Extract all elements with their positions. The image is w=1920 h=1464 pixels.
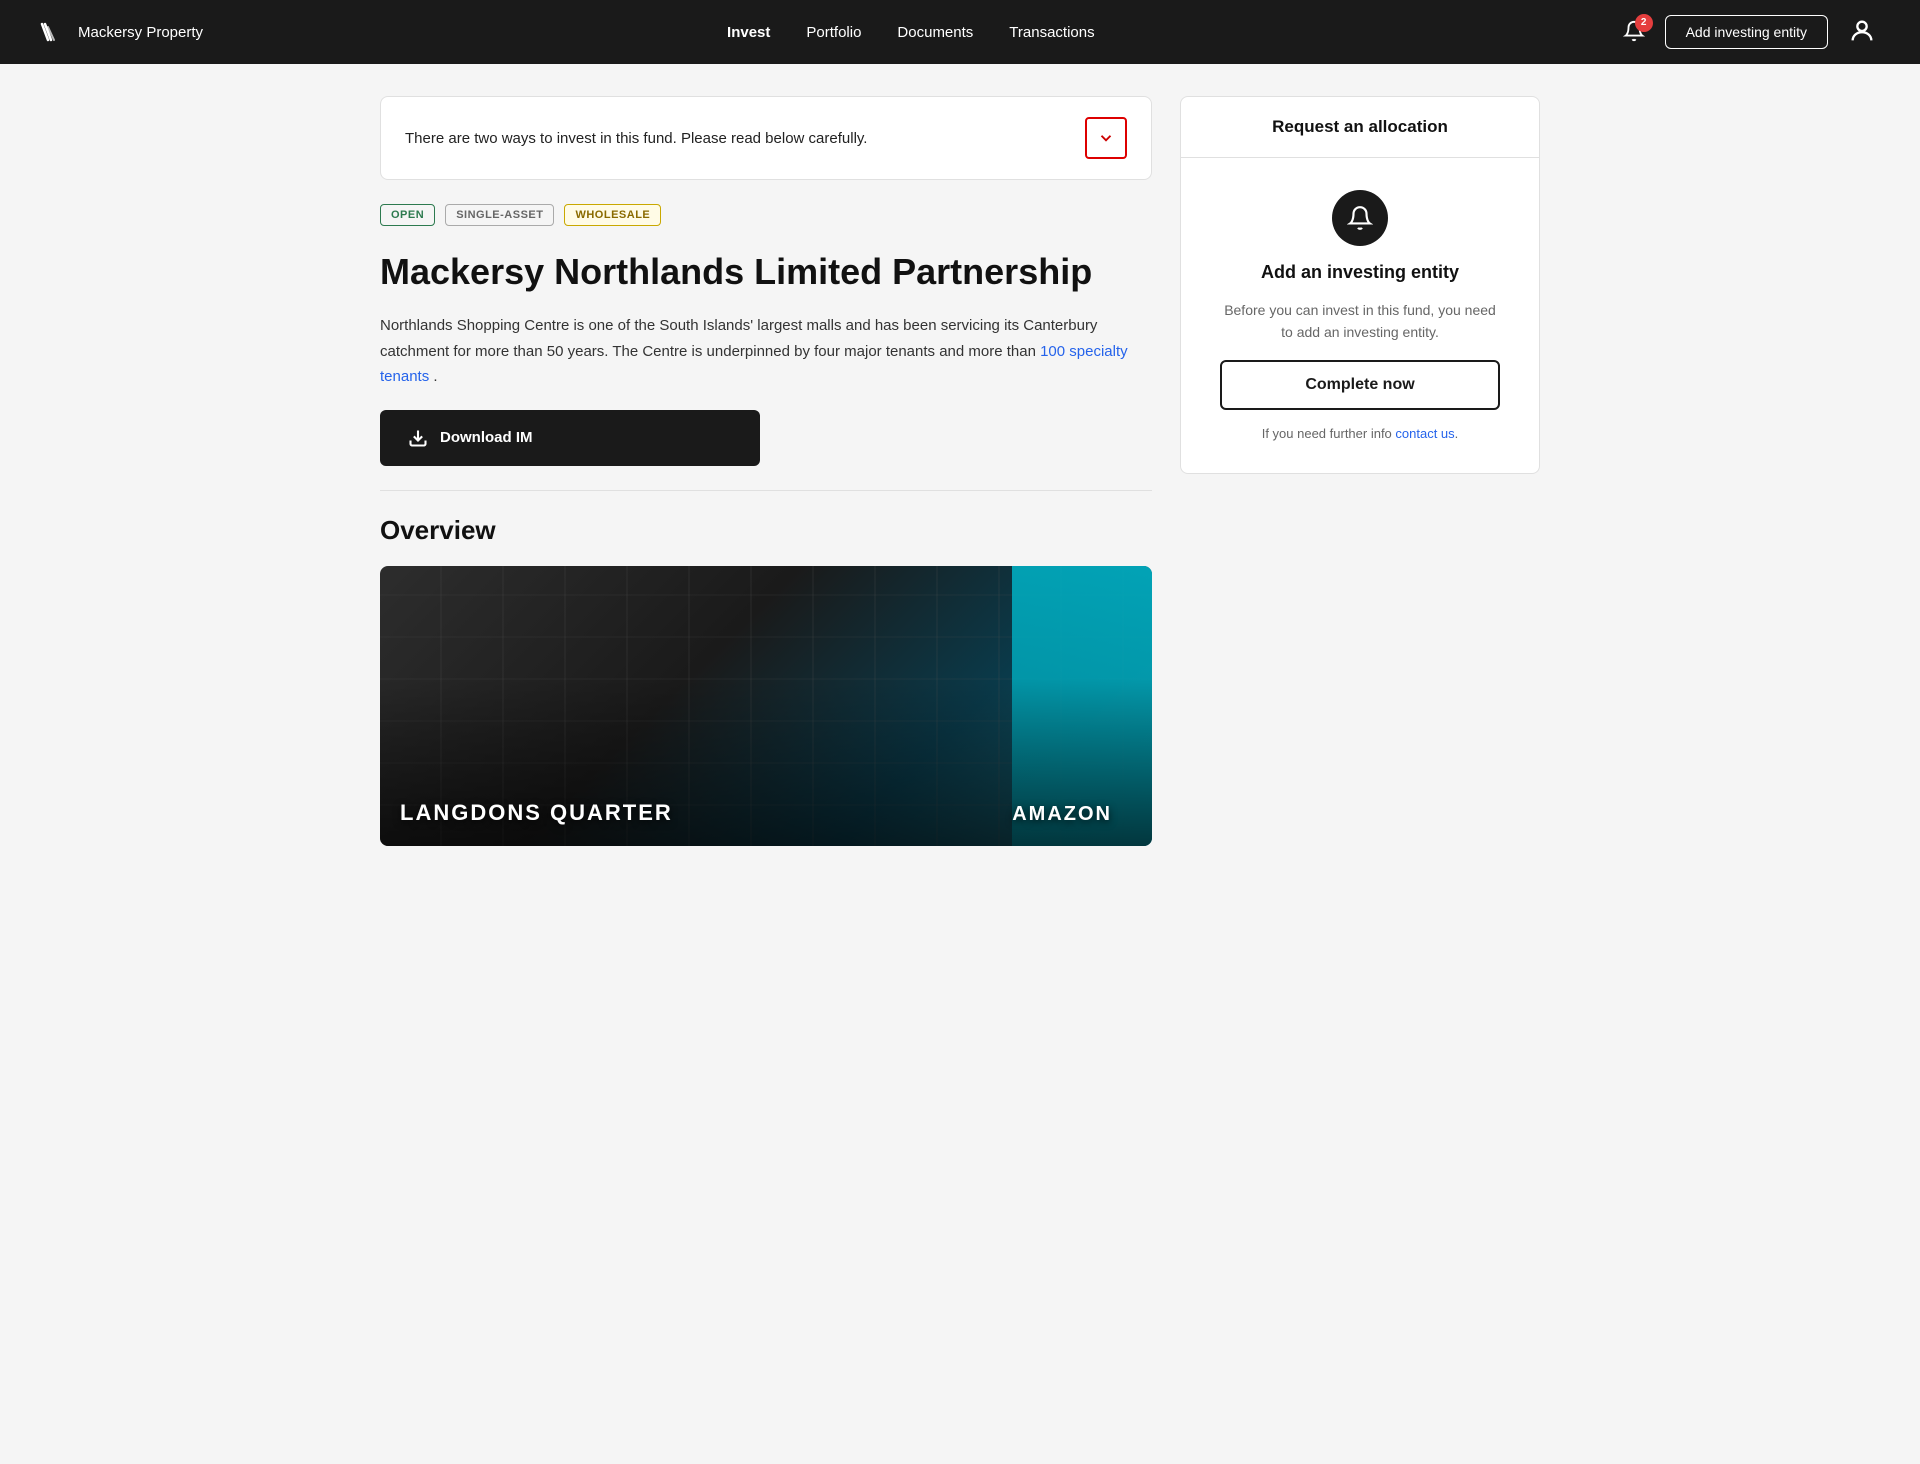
nav-portfolio[interactable]: Portfolio <box>806 24 861 41</box>
nav-transactions[interactable]: Transactions <box>1009 24 1094 41</box>
contact-info: If you need further info contact us. <box>1262 426 1459 441</box>
nav-actions: 2 Add investing entity <box>1619 13 1880 52</box>
logo-icon <box>40 22 68 42</box>
fund-description: Northlands Shopping Centre is one of the… <box>380 313 1152 390</box>
bell-icon-circle <box>1332 190 1388 246</box>
divider <box>380 490 1152 491</box>
info-banner: There are two ways to invest in this fun… <box>380 96 1152 180</box>
entity-title: Add an investing entity <box>1261 262 1459 283</box>
nav-documents[interactable]: Documents <box>897 24 973 41</box>
banner-chevron-button[interactable] <box>1085 117 1127 159</box>
fund-title: Mackersy Northlands Limited Partnership <box>380 250 1152 293</box>
notification-count: 2 <box>1635 14 1653 32</box>
allocation-header: Request an allocation <box>1181 97 1539 158</box>
logo-text: Mackersy Property <box>78 24 203 41</box>
left-column: There are two ways to invest in this fun… <box>380 96 1152 846</box>
user-profile-button[interactable] <box>1844 13 1880 52</box>
complete-now-button[interactable]: Complete now <box>1220 360 1500 410</box>
tag-single-asset: SINGLE-ASSET <box>445 204 554 226</box>
notification-bell-button[interactable]: 2 <box>1619 16 1649 49</box>
nav-invest[interactable]: Invest <box>727 24 770 41</box>
image-label-sub: AMAZON <box>1012 803 1112 826</box>
banner-text: There are two ways to invest in this fun… <box>405 130 867 147</box>
download-im-button[interactable]: Download IM <box>380 410 760 466</box>
page-content: There are two ways to invest in this fun… <box>340 64 1580 878</box>
tag-wholesale: WHOLESALE <box>564 204 661 226</box>
overview-title: Overview <box>380 515 1152 546</box>
allocation-body: Add an investing entity Before you can i… <box>1181 158 1539 473</box>
add-investing-entity-button[interactable]: Add investing entity <box>1665 15 1828 49</box>
fund-desc-end: . <box>433 368 437 385</box>
entity-description: Before you can invest in this fund, you … <box>1220 299 1500 344</box>
overview-image: LANGDONS QUARTER AMAZON <box>380 566 1152 846</box>
contact-us-link[interactable]: contact us <box>1395 426 1454 441</box>
right-column: Request an allocation Add an investing e… <box>1180 96 1540 846</box>
image-label-main: LANGDONS QUARTER <box>380 780 693 846</box>
download-btn-label: Download IM <box>440 429 533 446</box>
contact-suffix: . <box>1455 426 1459 441</box>
tag-open: OPEN <box>380 204 435 226</box>
fund-tags: OPEN SINGLE-ASSET WHOLESALE <box>380 204 1152 226</box>
fund-desc-text: Northlands Shopping Centre is one of the… <box>380 317 1097 360</box>
site-logo: Mackersy Property <box>40 22 203 42</box>
nav-links: Invest Portfolio Documents Transactions <box>727 24 1095 41</box>
contact-prefix: If you need further info <box>1262 426 1396 441</box>
allocation-card: Request an allocation Add an investing e… <box>1180 96 1540 474</box>
